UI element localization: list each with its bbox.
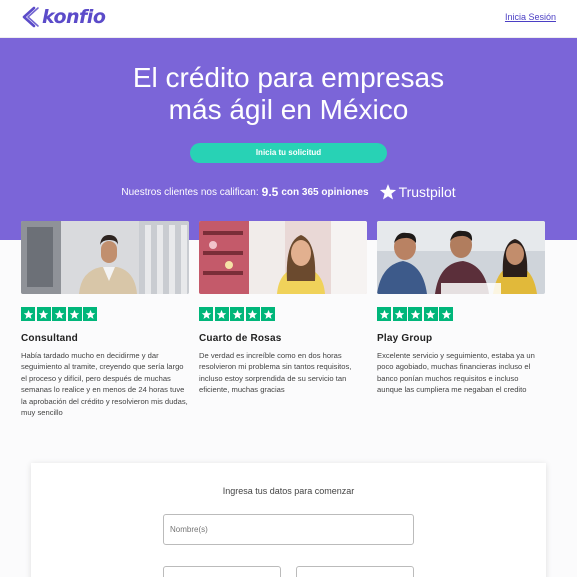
testimonial-photo-group-at-table bbox=[377, 221, 545, 294]
testimonial-card: Cuarto de Rosas De verdad es increíble c… bbox=[199, 221, 367, 396]
top-navigation-bar: konfio Inicia Sesión bbox=[0, 0, 577, 38]
testimonial-photo-man-in-office bbox=[21, 221, 189, 294]
testimonial-text: Excelente servicio y seguimiento, estaba… bbox=[377, 351, 535, 395]
star-icon bbox=[230, 307, 244, 321]
testimonial-author: Play Group bbox=[377, 333, 433, 344]
star-icon bbox=[261, 307, 275, 321]
form-heading: Ingresa tus datos para comenzar bbox=[222, 486, 355, 496]
signup-form-card: Ingresa tus datos para comenzar bbox=[31, 463, 546, 577]
testimonial-text: De verdad es increíble como en dos horas… bbox=[199, 351, 352, 395]
testimonial-card: Consultand Había tardado mucho en decidi… bbox=[21, 221, 189, 418]
rating-summary: Nuestros clientes nos califican: 9.5 con… bbox=[0, 183, 577, 201]
konfio-logo[interactable]: konfio bbox=[20, 6, 106, 28]
star-icon bbox=[36, 307, 51, 321]
hero-title-line2: más ágil en México bbox=[168, 94, 409, 125]
star-icon bbox=[67, 307, 82, 321]
testimonial-card: Play Group Excelente servicio y seguimie… bbox=[377, 221, 545, 396]
start-application-button[interactable]: Inicia tu solicitud bbox=[190, 143, 387, 163]
rating-reviews: con 365 opiniones bbox=[281, 186, 369, 198]
form-field-right[interactable] bbox=[296, 566, 414, 577]
form-field-left[interactable] bbox=[163, 566, 281, 577]
star-icon bbox=[245, 307, 260, 321]
star-icon bbox=[214, 307, 229, 321]
star-icon bbox=[377, 307, 391, 321]
trustpilot-logo[interactable]: Trustpilot bbox=[379, 183, 456, 201]
rating-prefix: Nuestros clientes nos califican: bbox=[121, 186, 259, 198]
testimonial-photo-woman-in-shop bbox=[199, 221, 367, 294]
star-icon bbox=[408, 307, 422, 321]
testimonial-author: Cuarto de Rosas bbox=[199, 333, 282, 344]
first-name-input[interactable] bbox=[163, 514, 414, 545]
konfio-logo-icon bbox=[22, 6, 39, 28]
rating-score: 9.5 bbox=[261, 185, 279, 199]
trustpilot-star-icon bbox=[379, 184, 396, 200]
five-star-rating bbox=[199, 307, 367, 321]
star-icon bbox=[439, 307, 453, 321]
hero-title: El crédito para empresas más ágil en Méx… bbox=[0, 62, 577, 126]
hero-section: El crédito para empresas más ágil en Méx… bbox=[0, 38, 577, 240]
logo-text: konfio bbox=[42, 6, 106, 28]
login-link[interactable]: Inicia Sesión bbox=[505, 12, 556, 22]
star-icon bbox=[199, 307, 213, 321]
star-icon bbox=[83, 307, 97, 321]
trustpilot-label: Trustpilot bbox=[398, 184, 456, 200]
star-icon bbox=[392, 307, 407, 321]
star-icon bbox=[423, 307, 438, 321]
five-star-rating bbox=[21, 307, 189, 321]
star-icon bbox=[21, 307, 35, 321]
testimonial-author: Consultand bbox=[21, 333, 78, 344]
star-icon bbox=[52, 307, 66, 321]
five-star-rating bbox=[377, 307, 545, 321]
hero-title-line1: El crédito para empresas bbox=[132, 62, 445, 93]
testimonial-text: Había tardado mucho en decidirme y dar s… bbox=[21, 351, 188, 418]
